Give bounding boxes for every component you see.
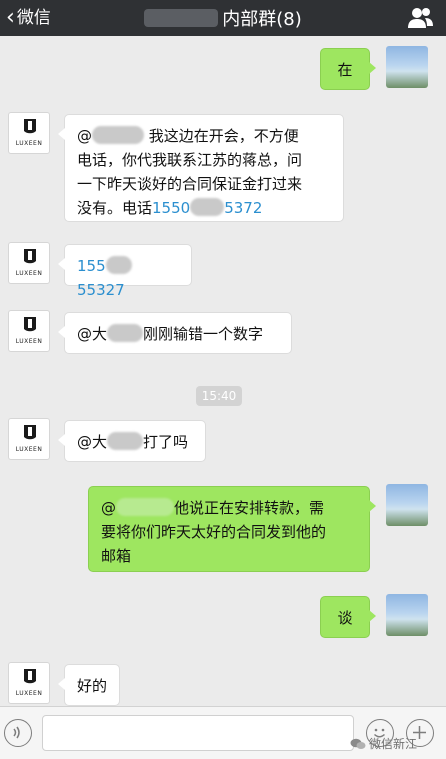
redacted-name [107,432,144,450]
group-members-icon [408,8,433,28]
message-bubble[interactable]: 谈 [320,596,376,638]
redacted-name [116,498,174,516]
group-members-button[interactable] [406,4,434,32]
phone-link[interactable]: 1550 5372 [152,198,263,217]
message-line: 一下昨天谈好的合同保证金打过来 [77,175,303,193]
redacted-name [92,126,144,144]
phone-start: 155 [77,257,106,275]
message-bubble[interactable]: @大 刚刚输错一个数字 [58,312,292,354]
message-bubble[interactable]: 在 [320,48,376,90]
message-input[interactable] [42,715,354,751]
mention: @大 [77,433,108,451]
phone-link[interactable]: 155 55327 [77,256,132,299]
mention: @ [101,499,116,517]
message-line: 邮箱 [101,547,132,565]
watermark-text: 微信新江 [369,737,418,751]
luxeen-logo-icon [24,669,36,684]
self-avatar[interactable] [386,484,428,526]
message-line: 没有。电话 [77,199,153,217]
logo-text: LUXEEN [15,338,43,345]
message-line: 我这边在开会，不方便 [148,127,299,145]
mention: @大 [77,325,108,343]
sender-avatar[interactable]: LUXEEN [8,662,50,704]
self-avatar[interactable] [386,46,428,88]
logo-text: LUXEEN [15,270,43,277]
message-text: 好的 [77,677,108,695]
voice-icon [13,726,20,739]
phone-end: 55327 [77,281,125,299]
chat-title: 内部群(8) [222,9,302,30]
message-line: 电话，你代我联系江苏的蒋总，问 [77,151,303,169]
chat-header: ‹ 微信 内部群(8) [0,0,446,36]
message-bubble[interactable]: 好的 [58,664,120,706]
mention: @ [77,127,92,145]
message-line: 要将你们昨天太好的合同发到他的 [101,523,327,541]
redacted-digits [190,198,225,216]
luxeen-logo-icon [24,249,36,264]
message-text: 打了吗 [143,433,189,451]
sender-avatar[interactable]: LUXEEN [8,112,50,154]
redacted-digits [105,256,132,274]
luxeen-logo-icon [24,317,36,332]
luxeen-logo-icon [24,425,36,440]
voice-button[interactable] [4,719,32,747]
message-bubble[interactable]: 155 55327 [58,244,192,299]
logo-text: LUXEEN [15,446,43,453]
message-line: 他说正在安排转款，需 [174,499,325,517]
message-text: 刚刚输错一个数字 [143,325,264,343]
message-bubble[interactable]: @ 他说正在安排转款，需 要将你们昨天太好的合同发到他的 邮箱 [88,486,376,572]
phone-start: 1550 [152,199,191,217]
wechat-icon [350,738,366,749]
phone-end: 5372 [224,199,263,217]
sender-avatar[interactable]: LUXEEN [8,310,50,352]
title-area: 内部群(8) [0,0,446,36]
watermark: 微信新江 [350,735,417,752]
sender-avatar[interactable]: LUXEEN [8,418,50,460]
redacted-title-part [144,9,219,27]
message-bubble[interactable]: @大 打了吗 [58,420,206,462]
message-text: 在 [337,61,353,79]
self-avatar[interactable] [386,594,428,636]
message-bubble[interactable]: @ 我这边在开会，不方便 电话，你代我联系江苏的蒋总，问 一下昨天谈好的合同保证… [58,114,344,222]
logo-text: LUXEEN [15,140,43,147]
sender-avatar[interactable]: LUXEEN [8,242,50,284]
luxeen-logo-icon [24,119,36,134]
input-bar: 微信新江 [0,706,446,759]
logo-text: LUXEEN [15,690,43,697]
message-text: 谈 [337,609,353,627]
timestamp: 15:40 [196,386,242,406]
redacted-name [107,324,144,342]
